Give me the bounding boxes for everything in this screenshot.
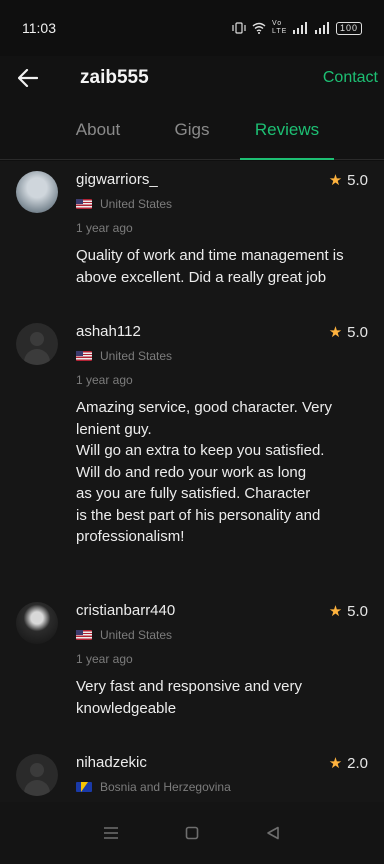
system-nav-bar [0,802,384,864]
battery-icon: 100 [335,21,362,35]
avatar[interactable] [16,171,58,213]
rating: ★ 2.0 [328,754,368,773]
star-icon: ★ [328,755,343,772]
reviewer-name[interactable]: gigwarriors_ [76,171,158,188]
country-name: Bosnia and Herzegovina [100,780,231,794]
rating: ★ 5.0 [328,323,368,342]
avatar[interactable] [16,754,58,796]
rating-value: 5.0 [347,323,368,341]
reviewer-name[interactable]: cristianbarr440 [76,602,175,619]
review-text: Very fast and responsive and very knowle… [76,678,302,717]
rating-value: 5.0 [347,171,368,189]
review-time: 1 year ago [76,221,133,235]
reviewer-country: United States [76,197,172,211]
menu-icon [103,827,118,839]
tab-reviews[interactable]: Reviews [240,100,334,160]
rating: ★ 5.0 [328,171,368,190]
tab-about[interactable]: About [56,100,140,160]
us-flag-icon [76,630,92,640]
signal-2-icon [314,22,329,34]
star-icon: ★ [328,324,343,341]
reviewer-country: United States [76,349,172,363]
avatar[interactable] [16,323,58,365]
back-triangle-icon [267,826,280,840]
reviewer-name[interactable]: nihadzekic [76,754,147,771]
reviewer-name[interactable]: ashah112 [76,323,141,340]
page-title: zaib555 [80,67,149,88]
network-label: Vo LTE [271,20,288,35]
back-nav-button[interactable] [253,813,293,853]
review-text: Quality of work and time management is a… [76,247,344,286]
us-flag-icon [76,351,92,361]
status-time: 11:03 [22,20,56,36]
tab-gigs[interactable]: Gigs [168,100,216,160]
star-icon: ★ [328,172,343,189]
signal-icon [292,22,307,34]
us-flag-icon [76,199,92,209]
reviewer-country: United States [76,628,172,642]
home-square-icon [185,826,199,840]
tab-bar: About Gigs Reviews [0,100,384,160]
review-item: cristianbarr440 ★ 5.0 United States 1 yea… [0,592,384,738]
app-bar: zaib555 Contact [0,56,384,100]
review-text: Amazing service, good character. Very le… [76,399,332,545]
wifi-icon [252,22,266,34]
review-time: 1 year ago [76,652,133,666]
contact-button[interactable]: Contact [323,69,378,87]
country-name: United States [100,349,173,363]
bosnia-flag-icon [76,782,92,792]
status-icons: Vo LTE 100 [232,20,362,36]
reviews-list[interactable]: gigwarriors_ ★ 5.0 United States 1 year a… [0,161,384,802]
review-item: ashah112 ★ 5.0 United States 1 year ago A… [0,313,384,583]
rating-value: 2.0 [347,754,368,772]
back-arrow-icon [18,69,38,87]
country-name: United States [100,197,173,211]
rating: ★ 5.0 [328,602,368,621]
rating-value: 5.0 [347,602,368,620]
reviewer-country: Bosnia and Herzegovina [76,780,231,794]
avatar[interactable] [16,602,58,644]
star-icon: ★ [328,603,343,620]
home-button[interactable] [172,813,212,853]
review-time: 1 year ago [76,373,133,387]
recent-apps-button[interactable] [91,813,131,853]
review-item: gigwarriors_ ★ 5.0 United States 1 year a… [0,161,384,307]
country-name: United States [100,628,173,642]
status-bar: 11:03 Vo LTE 100 [0,0,384,56]
review-item: nihadzekic ★ 2.0 Bosnia and Herzegovina [0,744,384,802]
vibrate-icon [232,22,246,34]
back-button[interactable] [0,69,56,87]
